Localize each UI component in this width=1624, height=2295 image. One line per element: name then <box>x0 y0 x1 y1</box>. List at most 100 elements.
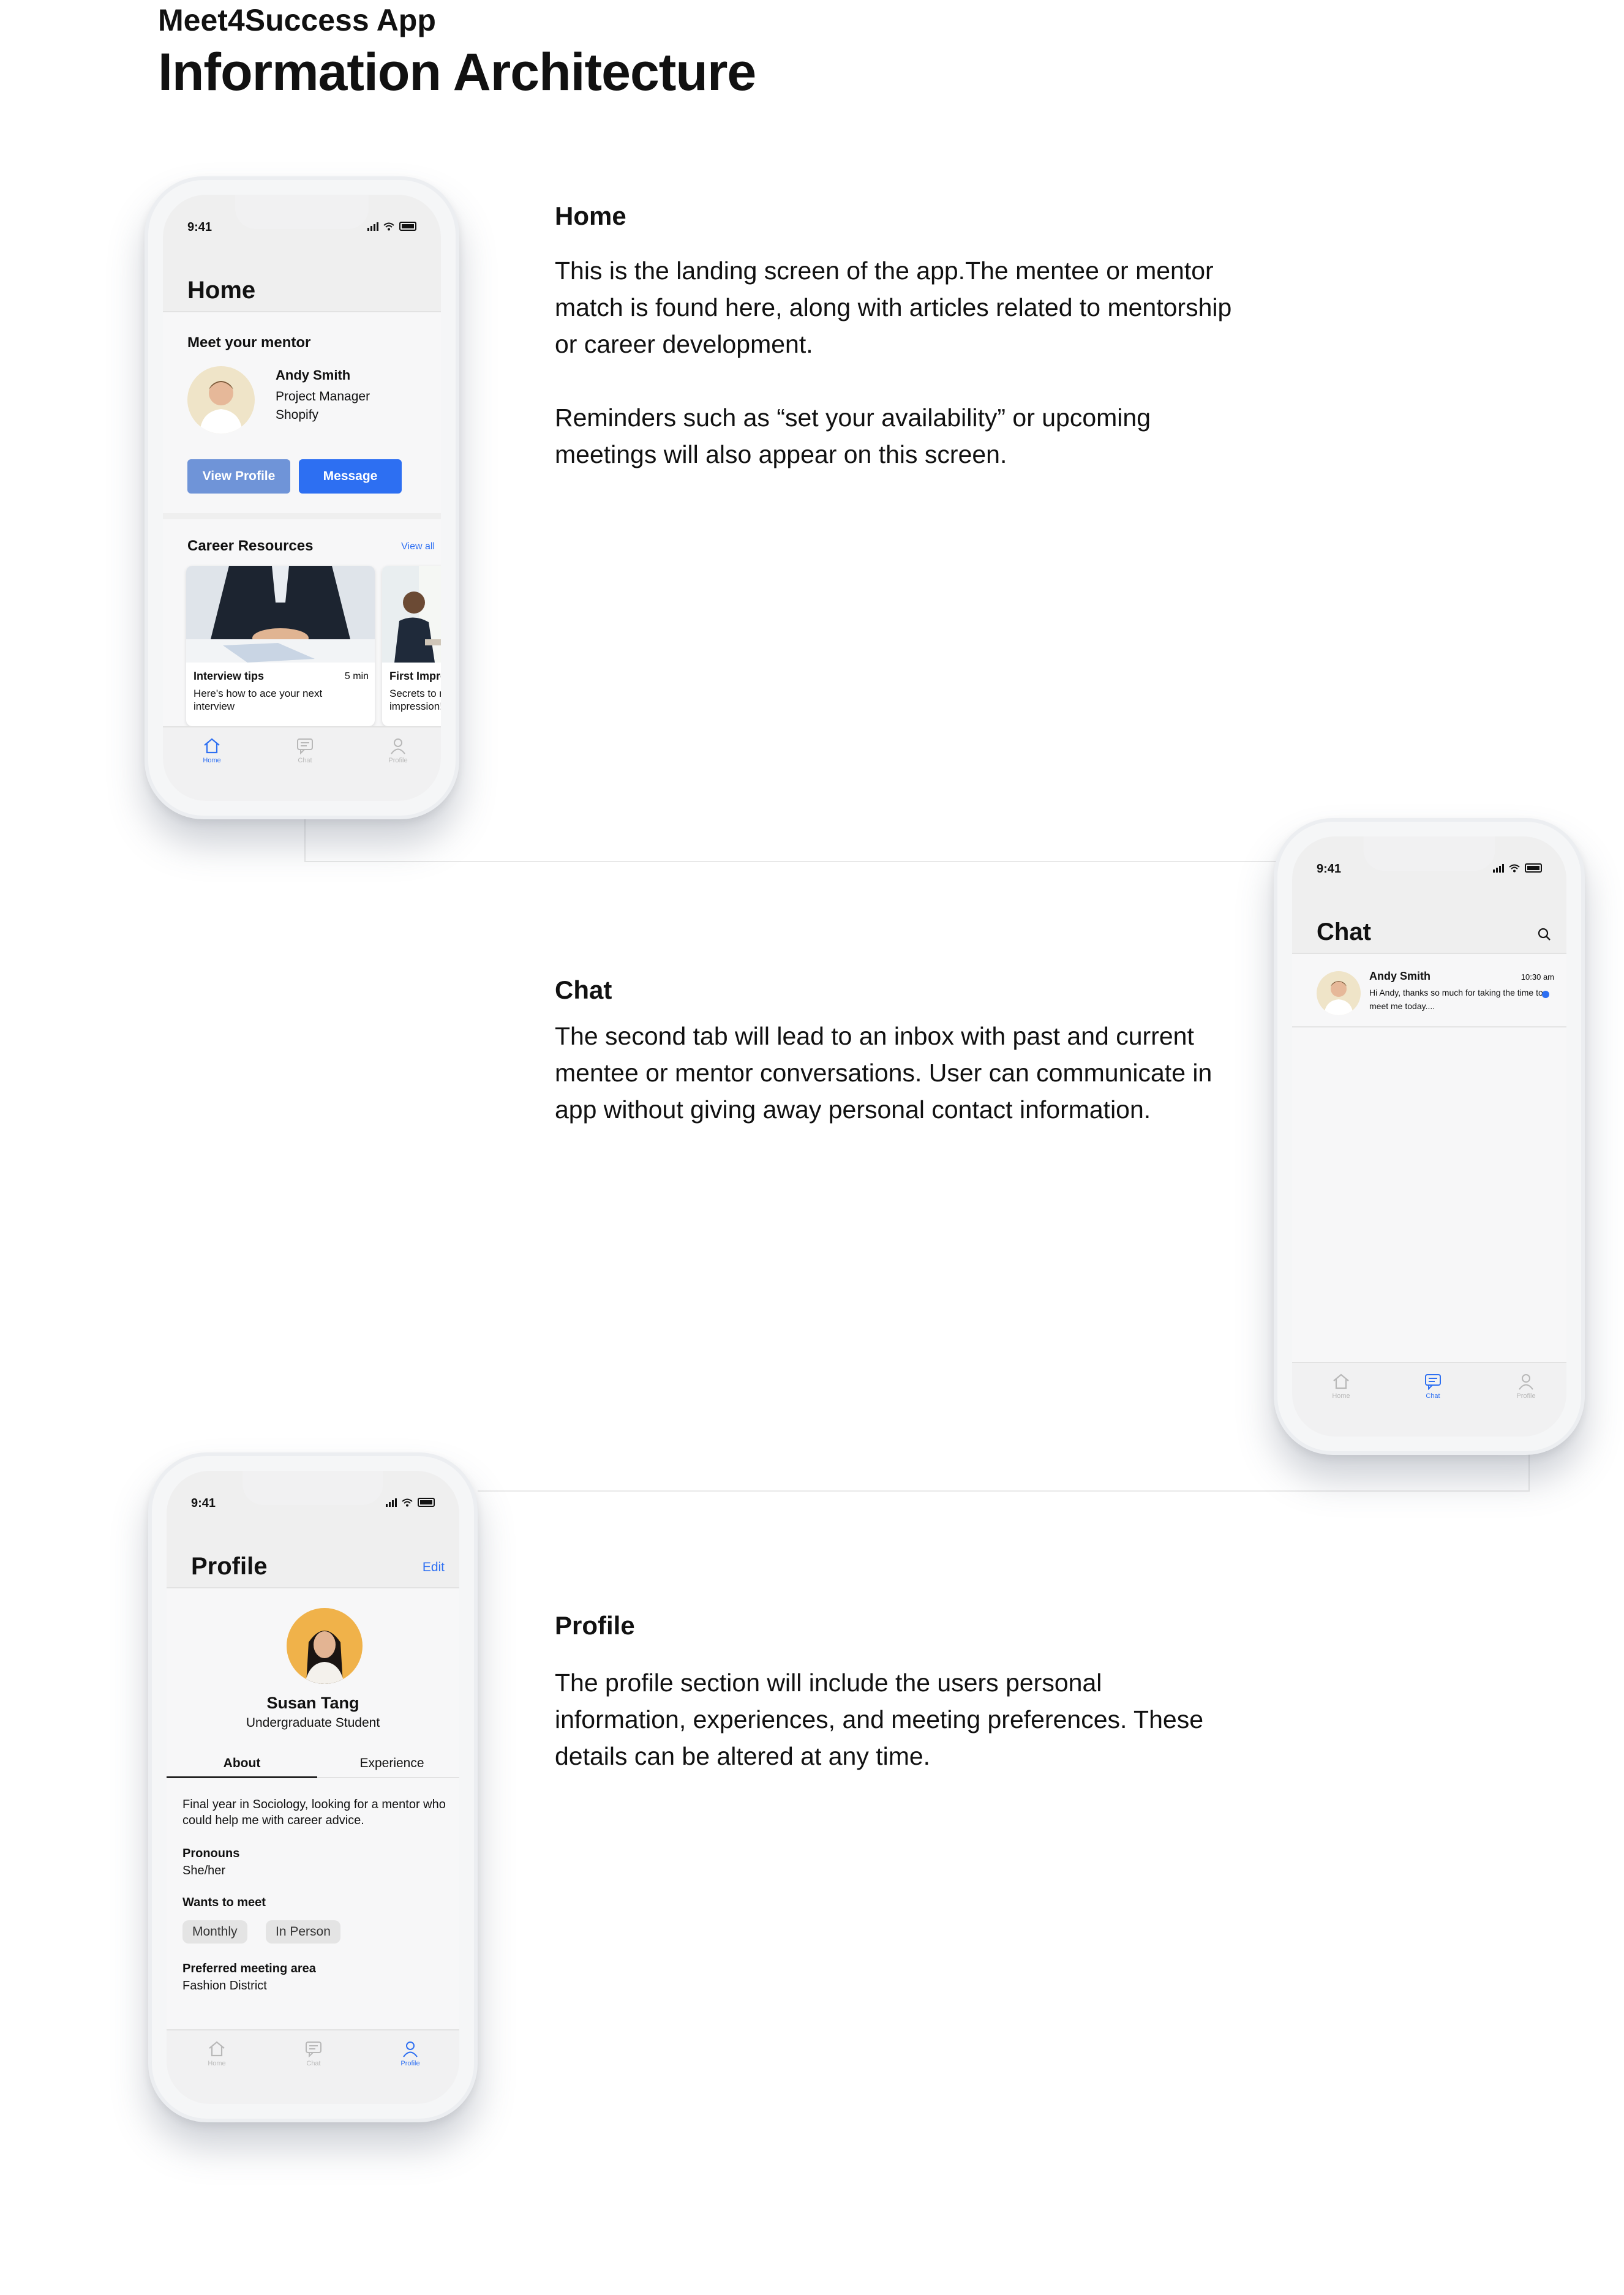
status-time: 9:41 <box>191 1497 216 1510</box>
tab-label: Profile <box>1516 1392 1536 1400</box>
search-icon[interactable] <box>1537 927 1552 942</box>
profile-name: Susan Tang <box>266 1694 359 1712</box>
section-divider <box>163 513 441 519</box>
screen-title: Profile <box>191 1553 268 1580</box>
tab-home[interactable]: Home <box>180 2040 254 2067</box>
tab-home[interactable]: Home <box>1304 1373 1378 1400</box>
connector-line <box>304 814 306 862</box>
view-profile-button[interactable]: View Profile <box>187 459 290 494</box>
mentor-role: Project Manager <box>276 389 370 404</box>
tab-label: Profile <box>400 2060 420 2067</box>
battery-icon <box>1525 863 1542 873</box>
connector-line <box>1528 1452 1530 1492</box>
tab-profile[interactable]: Profile <box>374 2040 447 2067</box>
view-all-link[interactable]: View all <box>401 541 435 552</box>
mentor-company: Shopify <box>276 408 319 422</box>
meeting-type-pill: In Person <box>266 1920 340 1944</box>
tab-label: Home <box>208 2060 226 2067</box>
home-screen: 9:41 Home Meet your mentor Andy Smith Pr… <box>163 195 441 801</box>
screen-title: Home <box>187 277 256 304</box>
interview-image <box>186 566 375 663</box>
card-title: Interview tips <box>194 670 265 682</box>
tab-label: Home <box>1332 1392 1350 1400</box>
mentor-name: Andy Smith <box>276 367 351 383</box>
tab-label: Chat <box>306 2060 321 2067</box>
tab-label: Chat <box>298 757 312 764</box>
screen-title: Chat <box>1317 918 1371 945</box>
tab-bar: Home Chat Profile <box>163 726 441 801</box>
profile-avatar[interactable] <box>287 1608 363 1684</box>
profile-section-title: Profile <box>555 1611 635 1640</box>
connector-line <box>304 861 1278 862</box>
profile-section-text: The profile section will include the use… <box>555 1664 1204 1811</box>
battery-icon <box>418 1498 435 1507</box>
home-icon <box>1333 1373 1349 1389</box>
signal-icon <box>386 1498 397 1507</box>
profile-icon <box>391 738 405 754</box>
wants-label: Wants to meet <box>182 1896 266 1909</box>
conversation-time: 10:30 am <box>1521 972 1554 982</box>
tab-about[interactable]: About <box>167 1756 317 1771</box>
home-paragraph: Reminders such as “set your availability… <box>555 404 1151 468</box>
chat-phone-mockup: 9:41 Chat Andy Smith 10:30 am Hi Andy, t… <box>1274 818 1585 1455</box>
wifi-icon <box>402 1498 413 1506</box>
card-subtitle: Secrets to ma impression! <box>389 688 441 712</box>
chat-icon <box>1425 1374 1441 1390</box>
status-bar: 9:41 <box>187 220 416 239</box>
tab-bar: Home Chat Profile <box>167 2029 459 2104</box>
chat-icon <box>306 2041 321 2057</box>
home-phone-mockup: 9:41 Home Meet your mentor Andy Smith Pr… <box>145 176 459 819</box>
tab-bar: Home Chat Profile <box>1292 1362 1566 1437</box>
home-icon <box>204 738 220 754</box>
chat-screen: 9:41 Chat Andy Smith 10:30 am Hi Andy, t… <box>1292 836 1566 1437</box>
conversation-avatar <box>1317 971 1361 1015</box>
conversation-preview: Hi Andy, thanks so much for taking the t… <box>1369 988 1543 1011</box>
profile-subtitle: Undergraduate Student <box>246 1716 380 1730</box>
chat-paragraph: The second tab will lead to an inbox wit… <box>555 1022 1212 1124</box>
status-bar: 9:41 <box>191 1497 435 1515</box>
connector-line <box>478 1490 1530 1492</box>
tab-profile[interactable]: Profile <box>1489 1373 1563 1400</box>
conversation-name: Andy Smith <box>1369 970 1431 982</box>
tab-chat[interactable]: Chat <box>268 737 342 764</box>
page-title: Information Architecture <box>158 43 756 102</box>
home-section-title: Home <box>555 201 626 230</box>
chat-section-text: The second tab will lead to an inbox wit… <box>555 1018 1216 1165</box>
home-section-text: This is the landing screen of the app.Th… <box>555 252 1253 509</box>
profile-bio: Final year in Sociology, looking for a m… <box>182 1798 446 1827</box>
active-tab-indicator <box>167 1776 317 1778</box>
app-name: Meet4Success App <box>158 3 436 37</box>
status-bar: 9:41 <box>1317 862 1542 881</box>
signal-icon <box>1493 863 1504 873</box>
tab-label: Home <box>203 757 221 764</box>
card-read-time: 5 min <box>344 671 369 682</box>
mentor-avatar[interactable] <box>187 366 255 434</box>
profile-phone-mockup: 9:41 Profile Edit Susan Tang Undergradua… <box>148 1452 478 2122</box>
card-title: First Impress <box>389 670 441 682</box>
wifi-icon <box>1509 864 1520 872</box>
tab-chat[interactable]: Chat <box>1396 1373 1470 1400</box>
tab-home[interactable]: Home <box>175 737 249 764</box>
tab-chat[interactable]: Chat <box>277 2040 350 2067</box>
first-impressions-image <box>382 566 441 663</box>
pronouns-label: Pronouns <box>182 1847 240 1860</box>
tab-label: Profile <box>388 757 408 764</box>
home-icon <box>209 2041 225 2057</box>
area-label: Preferred meeting area <box>182 1962 316 1975</box>
message-button[interactable]: Message <box>299 459 402 494</box>
area-value: Fashion District <box>182 1979 267 1993</box>
unread-indicator <box>1542 991 1549 998</box>
chat-icon <box>297 738 313 754</box>
resource-card[interactable]: Interview tips 5 min Here's how to ace y… <box>186 566 375 726</box>
profile-icon <box>1519 1374 1533 1390</box>
tab-profile[interactable]: Profile <box>361 737 435 764</box>
resource-card[interactable]: First Impress Secrets to ma impression! <box>382 566 441 726</box>
profile-icon <box>403 2041 418 2057</box>
card-subtitle: Here's how to ace your next interview <box>194 688 323 712</box>
pronouns-value: She/her <box>182 1864 226 1877</box>
battery-icon <box>399 222 416 231</box>
conversation-row[interactable]: Andy Smith 10:30 am Hi Andy, thanks so m… <box>1292 955 1566 1027</box>
edit-link[interactable]: Edit <box>423 1560 445 1575</box>
tab-experience[interactable]: Experience <box>317 1756 459 1771</box>
chat-section-title: Chat <box>555 975 612 1004</box>
